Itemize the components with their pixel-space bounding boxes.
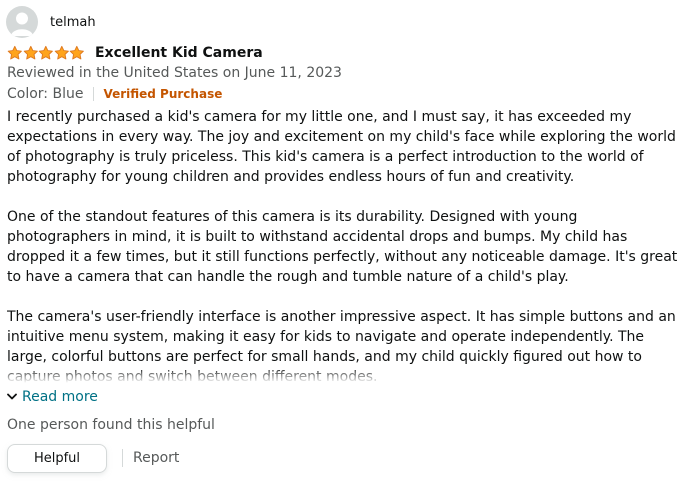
default-user-avatar-icon[interactable] bbox=[6, 6, 38, 38]
helpful-button[interactable]: Helpful bbox=[7, 443, 107, 473]
customer-review: telmah Excellent Kid Camera Reviewed in … bbox=[0, 0, 688, 489]
report-link[interactable]: Report bbox=[133, 450, 179, 466]
review-meta: Color: Blue Verified Purchase bbox=[7, 84, 222, 104]
star-icon bbox=[54, 45, 69, 60]
review-paragraph: I recently purchased a kid's camera for … bbox=[7, 109, 676, 185]
review-date: Reviewed in the United States on June 11… bbox=[7, 65, 342, 81]
reviewer-profile[interactable]: telmah bbox=[6, 6, 96, 38]
variant-label: Color: Blue bbox=[7, 86, 84, 102]
verified-purchase-badge: Verified Purchase bbox=[103, 87, 223, 101]
star-rating[interactable] bbox=[7, 45, 85, 61]
star-icon bbox=[38, 45, 54, 60]
meta-divider bbox=[93, 87, 95, 101]
review-title[interactable]: Excellent Kid Camera bbox=[95, 45, 263, 61]
review-body: I recently purchased a kid's camera for … bbox=[7, 107, 683, 383]
read-more-label[interactable]: Read more bbox=[22, 389, 98, 405]
star-icon bbox=[7, 45, 22, 60]
star-icon bbox=[70, 45, 85, 60]
review-actions: Helpful Report bbox=[7, 443, 179, 473]
action-divider bbox=[122, 449, 123, 467]
read-more-link[interactable]: Read more bbox=[7, 387, 98, 407]
review-paragraph: One of the standout features of this cam… bbox=[7, 209, 678, 285]
helpful-vote-count: One person found this helpful bbox=[7, 417, 215, 433]
review-title-row: Excellent Kid Camera bbox=[7, 42, 263, 64]
reviewer-name[interactable]: telmah bbox=[50, 15, 96, 30]
truncation-fade bbox=[7, 367, 683, 383]
chevron-down-icon bbox=[7, 393, 17, 400]
star-icon bbox=[23, 45, 38, 60]
